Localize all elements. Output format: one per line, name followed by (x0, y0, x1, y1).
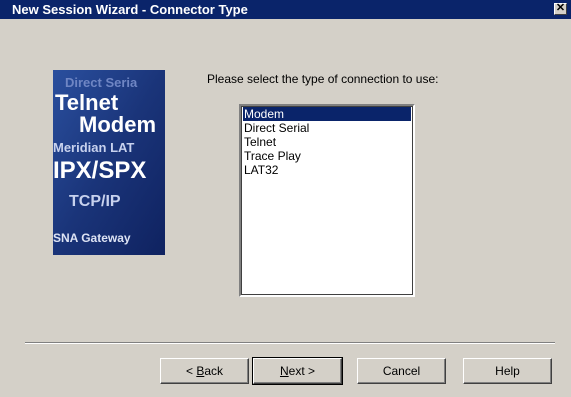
list-item-telnet[interactable]: Telnet (243, 135, 411, 149)
list-item-modem[interactable]: Modem (243, 107, 411, 121)
banner-word-modem: Modem (79, 112, 156, 137)
help-button[interactable]: Help (463, 358, 552, 384)
back-rest: ack (204, 364, 224, 378)
list-item-direct-serial[interactable]: Direct Serial (243, 121, 411, 135)
wizard-dialog: New Session Wizard - Connector Type ✕ Di… (0, 0, 571, 397)
banner-word-tcp-ip: TCP/IP (69, 193, 121, 210)
window-title: New Session Wizard - Connector Type (12, 2, 248, 17)
button-separator (25, 342, 555, 344)
back-button[interactable]: < Back (160, 358, 249, 384)
list-item-trace-play[interactable]: Trace Play (243, 149, 411, 163)
banner-word-sna-gateway: SNA Gateway (53, 231, 131, 245)
close-button[interactable]: ✕ (554, 2, 567, 15)
back-prefix: < (185, 364, 197, 378)
next-accel: N (279, 364, 289, 378)
cancel-button[interactable]: Cancel (357, 358, 446, 384)
list-item-lat32[interactable]: LAT32 (243, 163, 411, 177)
close-icon: ✕ (555, 2, 566, 14)
connection-type-prompt: Please select the type of connection to … (207, 72, 439, 86)
next-button[interactable]: Next > (252, 357, 343, 385)
banner-word-direct-serial: Direct Seria (65, 75, 138, 90)
wizard-banner-image: Direct Seria Telnet Modem Meridian LAT I… (53, 70, 165, 255)
title-bar[interactable]: New Session Wizard - Connector Type ✕ (0, 0, 571, 19)
next-rest: ext > (288, 364, 316, 378)
banner-word-ipx-spx: IPX/SPX (53, 157, 146, 184)
banner-word-meridian-lat: Meridian LAT (53, 140, 134, 155)
connection-type-listbox[interactable]: Modem Direct Serial Telnet Trace Play LA… (239, 104, 415, 297)
